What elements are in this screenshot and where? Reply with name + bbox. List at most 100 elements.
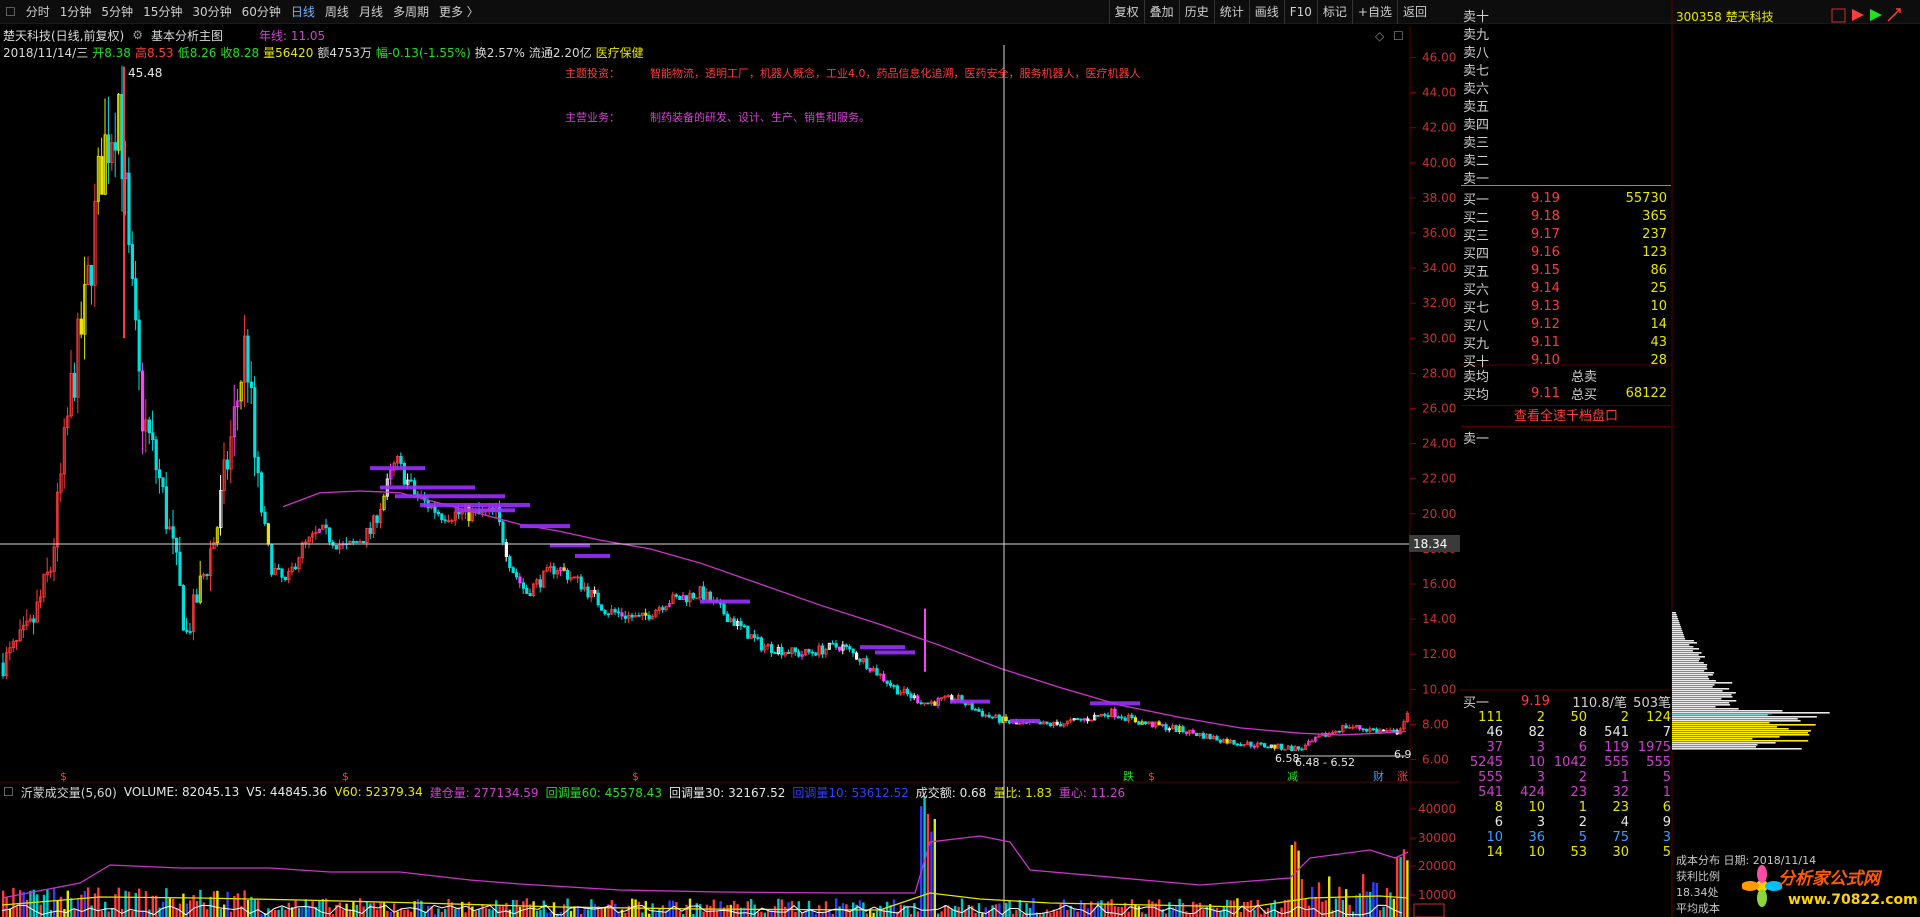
candle-body — [440, 513, 444, 521]
volume-bar — [437, 908, 440, 917]
ask-row[interactable]: 卖七 — [1461, 60, 1671, 79]
candle-body — [997, 714, 1002, 723]
tick-cell: 555 — [1646, 755, 1671, 770]
volume-bar — [253, 899, 256, 917]
event-marker[interactable]: $ — [60, 770, 67, 783]
ask-row[interactable]: 卖五 — [1461, 96, 1671, 115]
bid-row[interactable]: 买一 9.19 55730 — [1461, 189, 1671, 208]
volume-bar — [818, 905, 821, 917]
ask-label: 卖七 — [1463, 63, 1490, 79]
volume-bar — [216, 890, 219, 917]
candle-body — [909, 693, 913, 699]
volume-bar — [2, 890, 5, 917]
flag-green-icon[interactable] — [1870, 9, 1882, 21]
price-axis-label: 22.00 — [1422, 472, 1456, 486]
candle-body — [1273, 744, 1277, 749]
stock-code-name[interactable]: 300358 楚天科技 — [1676, 8, 1774, 25]
bid-row[interactable]: 买七 9.13 10 — [1461, 297, 1671, 316]
chip-bar — [1672, 648, 1700, 650]
chip-bar — [1672, 746, 1756, 748]
chip-bar — [1672, 700, 1737, 702]
volume-bar — [1256, 899, 1259, 917]
tick-cell: 9 — [1662, 815, 1671, 830]
bid-row[interactable]: 买八 9.12 14 — [1461, 315, 1671, 334]
tick-cell: 111 — [1478, 710, 1503, 725]
flag-red-icon[interactable] — [1852, 9, 1864, 21]
tick-cell: 424 — [1520, 785, 1545, 800]
event-marker[interactable]: 减 — [1287, 770, 1298, 783]
bid-row[interactable]: 买九 9.11 43 — [1461, 333, 1671, 352]
bid-row[interactable]: 买二 9.18 365 — [1461, 207, 1671, 226]
tick-per-trade: 110.8/笔 — [1572, 695, 1627, 711]
bid-row[interactable]: 买四 9.16 123 — [1461, 243, 1671, 262]
volume-bar — [1147, 899, 1151, 917]
kline-chart[interactable]: 46.00 44.00 42.00 40.00 38.00 36.00 34.00 32.00… — [0, 0, 1460, 917]
volume-bar — [464, 912, 467, 917]
volume-bar — [301, 907, 304, 917]
ask-row[interactable]: 卖九 — [1461, 24, 1671, 43]
volume-bar — [658, 908, 661, 917]
ask-row[interactable]: 卖三 — [1461, 132, 1671, 151]
volume-bar — [396, 911, 399, 917]
ask-row[interactable]: 卖八 — [1461, 42, 1671, 61]
volume-bar — [8, 908, 12, 917]
ask-label: 卖十 — [1463, 9, 1490, 25]
tick-cell: 36 — [1528, 830, 1545, 845]
vol-indicator-name[interactable]: 沂蒙成交量(5,60) — [21, 784, 117, 801]
event-marker[interactable]: 涨 — [1397, 770, 1408, 783]
volume-bar — [175, 908, 178, 917]
price-axis-label: 28.00 — [1422, 366, 1456, 380]
ask-row[interactable]: 卖四 — [1461, 114, 1671, 133]
price-axis-label: 44.00 — [1422, 86, 1456, 100]
event-marker[interactable]: $ — [342, 770, 349, 783]
panel-toggle-icon[interactable] — [1831, 8, 1846, 23]
chip-bar — [1672, 674, 1713, 676]
event-marker[interactable]: 跌 — [1123, 769, 1134, 783]
ask-label: 卖六 — [1463, 81, 1490, 97]
volume-bar — [1362, 874, 1365, 917]
ask-row[interactable]: 卖二 — [1461, 150, 1671, 169]
candle-body — [793, 647, 798, 653]
volume-bar — [87, 887, 90, 917]
chip-bar — [1672, 718, 1798, 720]
site-logo: 分析家公式网 www.70822.com — [1742, 858, 1920, 917]
volume-bar — [508, 909, 511, 917]
event-marker[interactable]: 财 — [1373, 769, 1384, 783]
ask-row[interactable]: 卖十 — [1461, 6, 1671, 25]
volume-bar — [352, 901, 355, 917]
chip-bar — [1672, 680, 1716, 682]
volume-bar — [342, 909, 345, 917]
ask-row[interactable]: 卖一 — [1461, 168, 1671, 187]
bid-label: 买八 — [1463, 318, 1490, 334]
volume-bar — [76, 898, 80, 917]
chip-bar — [1672, 630, 1683, 632]
volume-bar — [212, 891, 216, 917]
volume-bar — [321, 899, 324, 917]
volume-bar — [872, 912, 875, 917]
candle-body — [552, 566, 556, 575]
candle-body — [361, 540, 366, 544]
qiandang-link[interactable]: 查看全速千档盘口 — [1461, 405, 1671, 427]
volume-axis-label: 30000 — [1418, 831, 1456, 845]
expand-icon[interactable] — [1887, 8, 1901, 22]
event-marker[interactable]: $ — [632, 770, 639, 783]
chip-band — [520, 524, 570, 529]
volume-bar — [1253, 909, 1256, 917]
diamond-icon[interactable]: ◇ — [1375, 29, 1385, 43]
volume-bar — [654, 912, 658, 917]
close-indicator-icon[interactable]: ☐ — [3, 785, 14, 799]
candle-body — [1361, 728, 1365, 731]
volume-bar — [1113, 906, 1117, 917]
bid-row[interactable]: 买六 9.14 25 — [1461, 279, 1671, 298]
bid-row[interactable]: 买五 9.15 86 — [1461, 261, 1671, 280]
candle-body — [375, 515, 379, 523]
event-marker[interactable]: $ — [1148, 770, 1155, 783]
ask-row[interactable]: 卖六 — [1461, 78, 1671, 97]
candle-body — [807, 648, 811, 653]
volume-bar — [447, 899, 450, 917]
volume-bar — [1062, 899, 1066, 917]
candle-body — [32, 618, 36, 623]
minimize-icon[interactable]: ☐ — [1393, 29, 1404, 43]
volume-bar — [906, 907, 909, 917]
bid-row[interactable]: 买三 9.17 237 — [1461, 225, 1671, 244]
